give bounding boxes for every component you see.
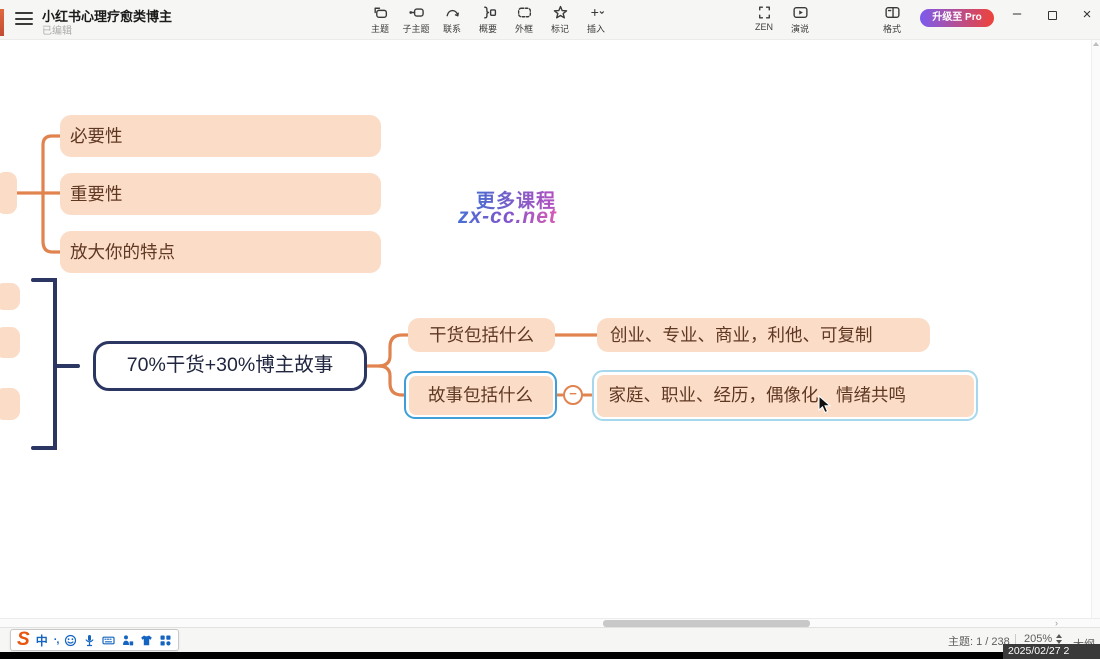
boundary-button[interactable]: 外框 [506, 4, 542, 35]
view-toolbar: ZEN 演说 [746, 4, 818, 35]
ime-skin-button[interactable] [140, 634, 153, 647]
timestamp-overlay: 2025/02/27 2 [1003, 644, 1100, 659]
topic-node-amplify[interactable]: 放大你的特点 [60, 231, 381, 273]
relationship-button[interactable]: 联系 [434, 4, 470, 35]
format-group: 格式 [874, 4, 910, 35]
bottom-black-strip [0, 652, 1100, 659]
topic-button[interactable]: 主题 [362, 4, 398, 35]
microphone-icon [83, 634, 96, 647]
mindmap-canvas[interactable]: 必要性 重要性 放大你的特点 更多课程 zx-cc.net 70%干货+30%博… [0, 40, 1100, 618]
person-input-icon [121, 634, 134, 647]
central-topic-node[interactable]: 70%干货+30%博主故事 [93, 341, 367, 391]
marker-button[interactable]: 标记 [542, 4, 578, 35]
summary-button[interactable]: 概要 [470, 4, 506, 35]
format-button[interactable]: 格式 [874, 4, 910, 35]
detail-node-drygoods[interactable]: 创业、专业、商业，利他、可复制 [597, 318, 930, 352]
summary-icon [480, 4, 497, 21]
ime-emoji-button[interactable] [64, 634, 77, 647]
ime-punctuation-toggle[interactable]: ·, [54, 634, 59, 646]
boundary-icon [516, 4, 533, 21]
keyboard-icon [102, 634, 115, 647]
topic-node-drygoods[interactable]: 干货包括什么 [408, 318, 555, 352]
topic-node-importance[interactable]: 重要性 [60, 173, 381, 215]
present-icon [792, 4, 809, 21]
topic-node-story-selected[interactable]: 故事包括什么 [404, 371, 557, 419]
horizontal-scrollbar-thumb[interactable] [603, 620, 810, 627]
zoom-stepper[interactable] [1056, 634, 1062, 644]
relationship-icon [444, 4, 461, 21]
titlebar: 小红书心理疗愈类博主 已编辑 主题 子主题 联系 [0, 0, 1100, 40]
ime-language-toggle[interactable]: 中 [36, 632, 48, 649]
topic-node-necessity[interactable]: 必要性 [60, 115, 381, 157]
main-toolbar: 主题 子主题 联系 概要 [362, 4, 614, 35]
ime-toolbar[interactable]: S 中 ·, [10, 629, 179, 651]
clipped-node-1[interactable] [0, 283, 20, 310]
ime-keyboard-button[interactable] [102, 634, 115, 647]
shirt-icon [140, 634, 153, 647]
subtopic-button[interactable]: 子主题 [398, 4, 434, 35]
minimize-button[interactable]: – [1002, 3, 1032, 29]
insert-icon [588, 4, 605, 21]
maximize-button[interactable] [1037, 3, 1067, 29]
vertical-scrollbar[interactable] [1091, 40, 1100, 618]
scroll-up-arrow[interactable] [1093, 42, 1099, 46]
grid-icon [159, 634, 172, 647]
edge-artifact [0, 9, 4, 36]
zoom-in-arrow-icon[interactable] [1056, 634, 1062, 638]
document-status: 已编辑 [42, 22, 72, 37]
marker-icon [552, 4, 569, 21]
ime-voice-button[interactable] [83, 634, 96, 647]
upgrade-pro-button[interactable]: 升级至 Pro [920, 9, 994, 27]
zen-icon [756, 4, 773, 21]
sogou-logo-icon[interactable]: S [17, 631, 30, 649]
clipped-parent-node[interactable] [0, 172, 17, 214]
detail-node-story-selected[interactable]: 家庭、职业、经历，偶像化、情绪共鸣 [592, 370, 978, 421]
clipped-node-2[interactable] [0, 327, 20, 358]
zen-mode-button[interactable]: ZEN [746, 4, 782, 35]
format-icon [884, 4, 901, 21]
maximize-icon [1048, 11, 1057, 20]
app-window: 小红书心理疗愈类博主 已编辑 主题 子主题 联系 [0, 0, 1100, 659]
ime-handwriting-button[interactable] [121, 634, 134, 647]
menu-icon[interactable] [15, 12, 33, 26]
mouse-cursor [818, 395, 834, 414]
ime-toolbox-button[interactable] [159, 634, 172, 647]
emoji-icon [64, 634, 77, 647]
horizontal-scrollbar[interactable]: › [0, 618, 1100, 627]
insert-button[interactable]: 插入 [578, 4, 614, 35]
present-button[interactable]: 演说 [782, 4, 818, 35]
close-button[interactable]: × [1072, 3, 1100, 29]
topic-icon [372, 4, 389, 21]
topic-count-label: 主题: 1 / 238 [948, 633, 1010, 649]
subtopic-icon [408, 4, 425, 21]
clipped-node-3[interactable] [0, 388, 20, 420]
watermark-url: zx-cc.net [458, 205, 557, 229]
collapse-toggle-button[interactable]: − [563, 385, 583, 405]
